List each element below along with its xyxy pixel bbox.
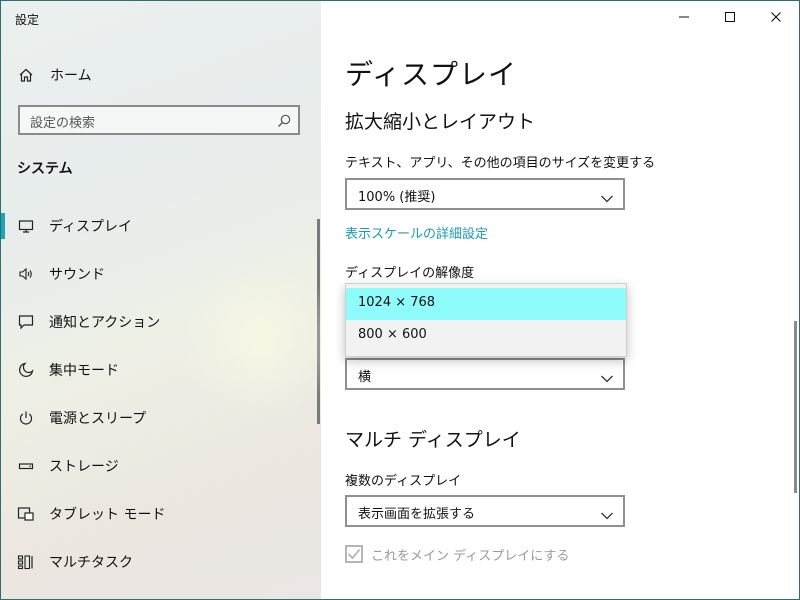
sidebar-item-display[interactable]: ディスプレイ [1,206,319,246]
power-icon [17,409,35,427]
content-scrollbar[interactable] [794,321,797,493]
sidebar-item-label: ストレージ [49,459,119,475]
resolution-option[interactable]: 1024 × 768 [346,288,626,320]
multi-display-label: 複数のディスプレイ [345,474,462,489]
sidebar-item-label: ホーム [50,68,92,84]
sidebar-item-tablet[interactable]: タブレット モード [1,494,319,534]
section-heading-multi-display: マルチ ディスプレイ [345,429,521,451]
multitask-icon [17,553,35,571]
resolution-label: ディスプレイの解像度 [345,266,475,281]
multi-display-value: 表示画面を拡張する [358,507,476,522]
search-input[interactable]: 設定の検索 [18,105,300,135]
sidebar-item-storage[interactable]: ストレージ [1,446,319,486]
monitor-icon [17,217,35,235]
chevron-down-icon [600,369,614,383]
sidebar-item-label: 電源とスリープ [49,411,147,427]
speaker-icon [17,265,35,283]
sidebar-item-label: ディスプレイ [49,219,133,235]
multi-display-select[interactable]: 表示画面を拡張する [345,495,625,527]
content-pane: ディスプレイ 拡大縮小とレイアウト テキスト、アプリ、その他の項目のサイズを変更… [321,1,799,599]
sidebar-item-focus[interactable]: 集中モード [1,350,319,390]
tablet-icon [17,505,35,523]
sidebar-item-label: 集中モード [49,363,119,379]
resolution-option-label: 1024 × 768 [358,295,436,310]
main-display-checkbox-label: これをメイン ディスプレイにする [371,548,570,564]
search-icon [276,113,292,129]
sidebar-item-multitask[interactable]: マルチタスク [1,542,319,582]
orientation-select[interactable]: 横 [345,358,625,390]
text-size-select[interactable]: 100% (推奨) [345,178,625,210]
resolution-dropdown-list: 1024 × 768 800 × 600 [345,283,627,357]
sidebar-item-label: 通知とアクション [49,315,161,331]
section-title: システム [17,161,73,177]
message-icon [17,313,35,331]
sidebar-item-label: マルチタスク [49,555,133,571]
search-placeholder: 設定の検索 [30,116,96,131]
sidebar-scrollbar[interactable] [317,219,320,424]
main-display-checkbox-row[interactable]: これをメイン ディスプレイにする [345,543,569,565]
resolution-option[interactable]: 800 × 600 [346,320,626,352]
close-button[interactable] [753,1,799,33]
minimize-button[interactable] [661,1,707,33]
storage-icon [17,457,35,475]
main-display-checkbox[interactable] [345,545,363,563]
page-title: ディスプレイ [345,58,518,91]
moon-icon [17,361,35,379]
sidebar-item-home[interactable]: ホーム [1,55,319,95]
chevron-down-icon [600,506,614,520]
settings-window: 設定 ホーム 設定の検索 システム ディスプレイ サウンド 通知とアクション 集… [0,0,800,600]
chevron-down-icon [600,189,614,203]
maximize-button[interactable] [707,1,753,33]
text-size-value: 100% (推奨) [358,190,436,205]
sidebar-item-power[interactable]: 電源とスリープ [1,398,319,438]
advanced-scaling-link[interactable]: 表示スケールの詳細設定 [345,223,488,242]
sidebar: 設定 ホーム 設定の検索 システム ディスプレイ サウンド 通知とアクション 集… [1,1,341,599]
window-controls [661,1,799,33]
sidebar-item-label: タブレット モード [49,507,166,523]
section-heading-scale: 拡大縮小とレイアウト [345,111,536,133]
home-icon [17,66,35,84]
app-title: 設定 [15,13,40,27]
sidebar-item-sound[interactable]: サウンド [1,254,319,294]
sidebar-item-label: サウンド [49,267,105,283]
resolution-option-label: 800 × 600 [358,327,427,342]
sidebar-item-notifications[interactable]: 通知とアクション [1,302,319,342]
orientation-value: 横 [358,370,372,385]
text-size-label: テキスト、アプリ、その他の項目のサイズを変更する [345,156,656,171]
